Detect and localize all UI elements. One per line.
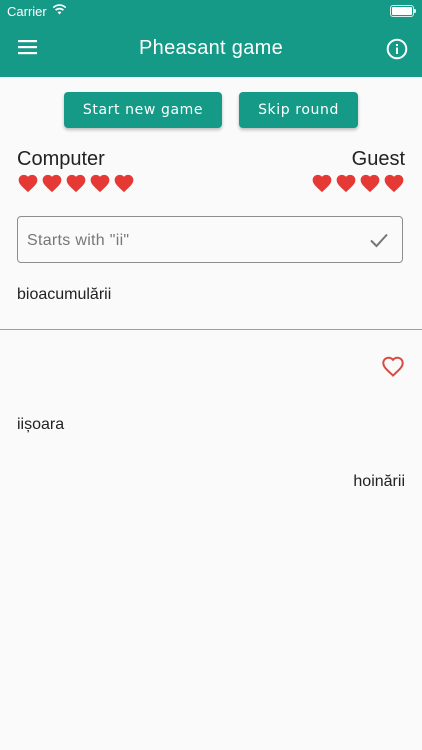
heart-icon	[18, 174, 38, 193]
favorite-button[interactable]	[381, 356, 405, 378]
player-guest-name: Guest	[351, 148, 405, 170]
history-word: hoinării	[353, 473, 405, 490]
computer-lives	[17, 173, 135, 195]
heart-icon	[336, 174, 356, 193]
heart-icon	[42, 174, 62, 193]
status-bar: Carrier	[0, 0, 422, 22]
wifi-icon	[52, 4, 67, 15]
submit-word-button[interactable]	[368, 229, 390, 251]
skip-round-button[interactable]: Skip round	[239, 92, 358, 128]
heart-icon	[114, 174, 134, 193]
heart-outline-icon	[382, 356, 404, 377]
divider	[0, 329, 422, 330]
heart-icon	[360, 174, 380, 193]
info-button[interactable]	[385, 37, 409, 61]
player-computer-name: Computer	[17, 148, 105, 170]
heart-icon	[66, 174, 86, 193]
carrier-label: Carrier	[7, 4, 47, 19]
app-bar: Carrier Pheasant game	[0, 0, 422, 77]
check-icon	[370, 233, 388, 248]
word-input[interactable]	[25, 217, 359, 264]
heart-icon	[90, 174, 110, 193]
heart-icon	[384, 174, 404, 193]
current-word: bioacumulării	[17, 286, 112, 303]
word-input-field[interactable]	[17, 216, 403, 264]
start-new-game-button[interactable]: Start new game	[64, 92, 222, 128]
page-title: Pheasant game	[139, 37, 283, 59]
history-word: iișoara	[17, 416, 65, 433]
guest-lives	[311, 173, 405, 195]
info-icon	[386, 38, 408, 60]
battery-icon	[390, 5, 416, 17]
heart-icon	[312, 174, 332, 193]
